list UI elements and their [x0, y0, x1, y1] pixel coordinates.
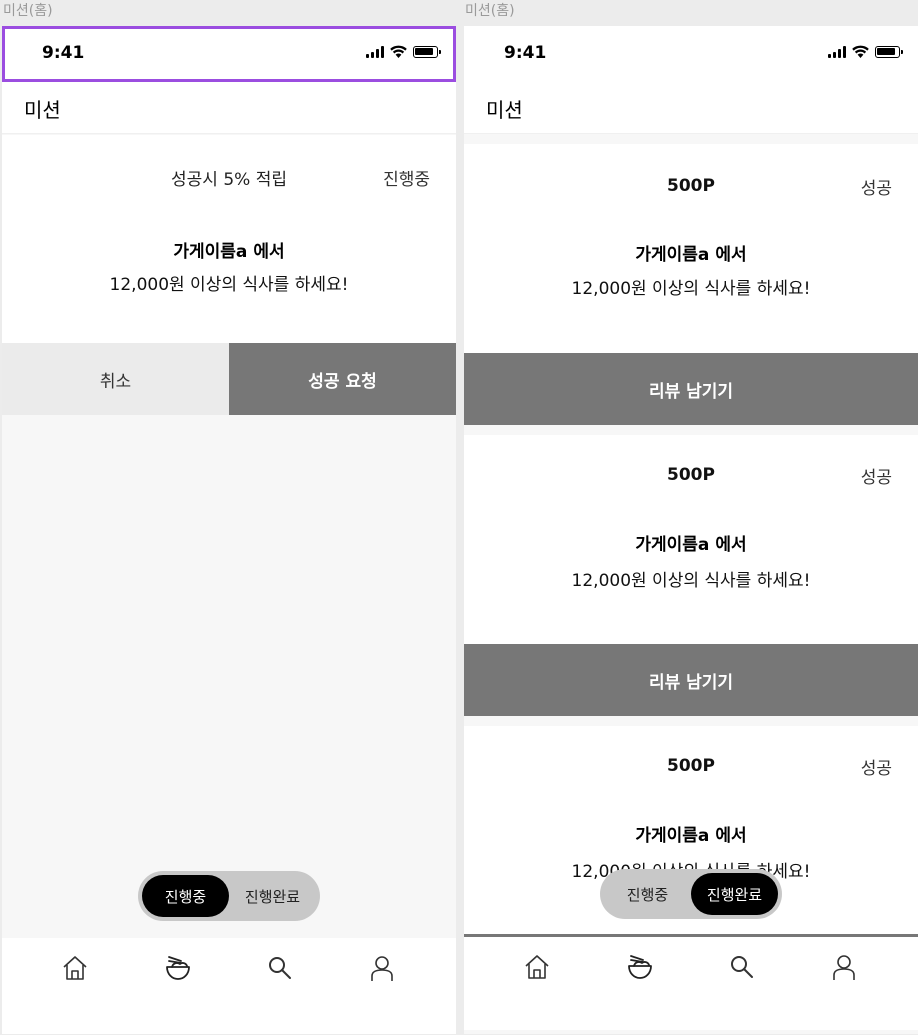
toggle-in-progress[interactable]: 진행중 [604, 873, 691, 915]
status-time: 9:41 [504, 43, 547, 63]
card-description: 12,000원 이상의 식사를 하세요! [109, 275, 349, 295]
page-header: 미션 [2, 82, 456, 134]
tab-search[interactable] [726, 951, 758, 983]
card-reward: 500P [667, 176, 715, 196]
wifi-icon [852, 45, 869, 58]
review-button[interactable]: 리뷰 남기기 [464, 353, 918, 425]
tab-profile[interactable] [828, 951, 860, 983]
mission-card: 500P 성공 가게이름a 에서 12,000원 이상의 식사를 하세요! [464, 144, 918, 353]
mission-card: 500P 성공 가게이름a 에서 12,000원 이상의 식사를 하세요! [464, 435, 918, 644]
status-time: 9:41 [42, 43, 85, 63]
page-title: 미션 [486, 98, 523, 122]
review-button[interactable]: 리뷰 남기기 [464, 644, 918, 716]
screen-completed: 미션(홈) 9:41 미션 500P 성공 가게이름a 에서 12,000원 이… [462, 0, 918, 1035]
status-bar: 9:41 [2, 26, 456, 82]
battery-icon [875, 46, 903, 58]
card-store: 가게이름a 에서 [173, 242, 285, 262]
home-icon [63, 956, 87, 980]
toggle-completed[interactable]: 진행완료 [229, 875, 316, 917]
bottom-tab-bar [2, 938, 456, 1034]
bowl-icon [166, 956, 190, 980]
page-title: 미션 [24, 98, 61, 122]
phone-frame: 9:41 미션 성공시 5% 적립 진행중 가게이름a 에서 12,000원 이… [2, 26, 456, 1034]
card-store: 가게이름a 에서 [635, 245, 747, 265]
page-header: 미션 [464, 82, 918, 134]
bottom-tab-bar [464, 934, 918, 1030]
tab-profile[interactable] [366, 952, 398, 984]
signal-icon [366, 46, 384, 58]
phone-frame: 9:41 미션 500P 성공 가게이름a 에서 12,000원 이상의 식사를… [464, 26, 918, 1034]
tab-mission[interactable] [162, 952, 194, 984]
card-reward: 500P [667, 465, 715, 485]
profile-icon [833, 955, 855, 980]
search-icon [269, 957, 291, 979]
search-icon [731, 956, 753, 978]
card-status: 성공 [860, 179, 892, 199]
battery-icon [413, 46, 441, 58]
card-status: 진행중 [383, 170, 430, 190]
mission-card: 성공시 5% 적립 진행중 가게이름a 에서 12,000원 이상의 식사를 하… [2, 135, 456, 343]
card-actions: 취소 성공 요청 [2, 343, 456, 415]
status-icons [828, 45, 903, 58]
card-store: 가게이름a 에서 [635, 826, 747, 846]
home-icon [525, 955, 549, 979]
toggle-in-progress[interactable]: 진행중 [142, 875, 229, 917]
card-status: 성공 [860, 468, 892, 488]
frame-label: 미션(홈) [3, 3, 53, 19]
tab-mission[interactable] [624, 951, 656, 983]
card-status: 성공 [860, 759, 892, 779]
screen-in-progress: 미션(홈) 9:41 미션 성공시 5% 적립 진행중 가게이름a 에서 12,… [0, 0, 456, 1035]
card-reward: 500P [667, 756, 715, 776]
tab-home[interactable] [59, 952, 91, 984]
status-toggle: 진행중 진행완료 [138, 871, 320, 921]
frame-label: 미션(홈) [465, 3, 515, 19]
success-request-button[interactable]: 성공 요청 [229, 343, 456, 415]
toggle-completed[interactable]: 진행완료 [691, 873, 778, 915]
status-bar: 9:41 [464, 26, 918, 82]
signal-icon [828, 46, 846, 58]
card-description: 12,000원 이상의 식사를 하세요! [571, 571, 811, 591]
status-toggle: 진행중 진행완료 [600, 869, 782, 919]
wifi-icon [390, 45, 407, 58]
profile-icon [371, 956, 393, 981]
status-icons [366, 45, 441, 58]
tab-search[interactable] [264, 952, 296, 984]
bowl-icon [628, 955, 652, 979]
card-description: 12,000원 이상의 식사를 하세요! [571, 279, 811, 299]
cancel-button[interactable]: 취소 [2, 343, 229, 415]
card-store: 가게이름a 에서 [635, 535, 747, 555]
tab-home[interactable] [521, 951, 553, 983]
